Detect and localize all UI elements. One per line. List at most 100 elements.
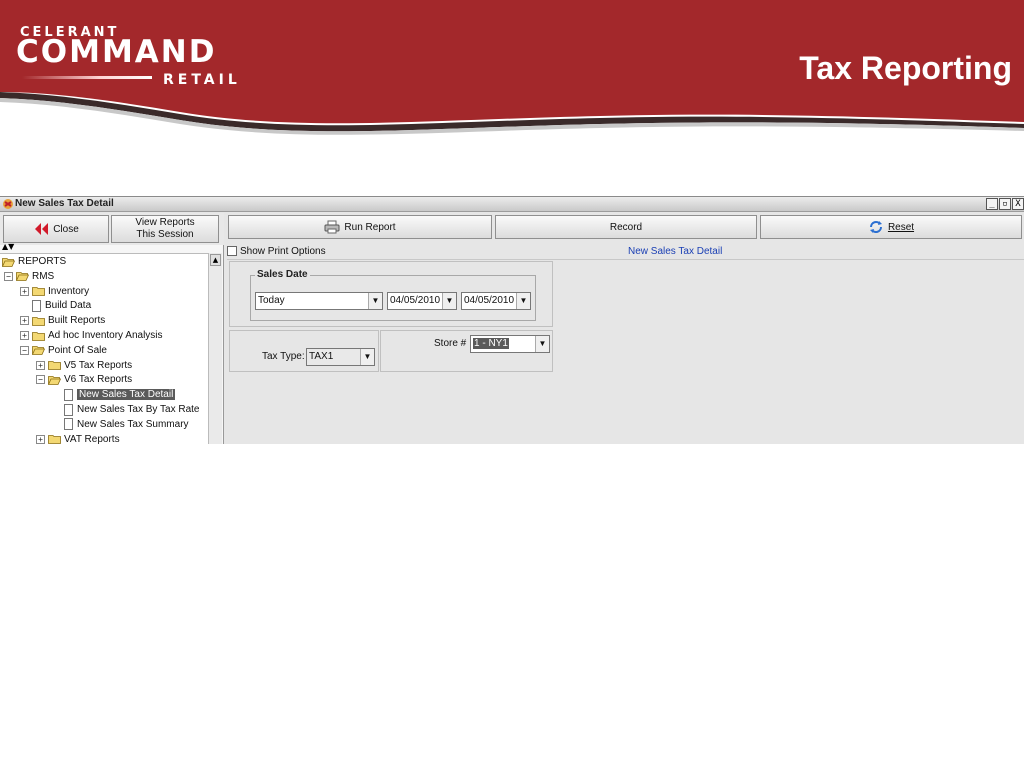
window-titlebar: New Sales Tax Detail _ ▫ X	[0, 197, 1024, 212]
logo-swoosh	[22, 76, 152, 79]
document-icon	[32, 299, 41, 312]
tree-item[interactable]: − Point Of Sale	[20, 343, 107, 358]
tree-item-label: V5 Tax Reports	[64, 359, 133, 371]
tax-type-section: Tax Type: TAX1 ▼	[229, 330, 379, 372]
reset-label: Reset	[887, 221, 915, 233]
tree-item[interactable]: + Ad hoc Inventory Analysis	[20, 328, 163, 343]
date-from-picker[interactable]: 04/05/2010 ▼	[387, 292, 457, 310]
printer-icon	[324, 220, 340, 234]
minimize-button[interactable]: _	[986, 198, 998, 210]
window-title: New Sales Tax Detail	[15, 198, 114, 209]
tree-item[interactable]: + Built Reports	[20, 313, 105, 328]
date-range-select[interactable]: Today ▼	[255, 292, 383, 310]
tree-item[interactable]: New Sales Tax By Tax Rate	[52, 402, 199, 417]
tree-item[interactable]: + V5 Tax Reports	[36, 358, 132, 373]
folder-icon	[32, 287, 45, 296]
tree-item[interactable]: − V6 Tax Reports	[36, 372, 132, 387]
date-to-picker[interactable]: 04/05/2010 ▼	[461, 292, 531, 310]
refresh-icon	[869, 221, 882, 233]
close-arrows-icon	[35, 223, 49, 235]
chevron-down-icon[interactable]: ▼	[360, 349, 374, 365]
restore-button[interactable]: ▫	[999, 198, 1011, 210]
checkbox-box[interactable]	[227, 246, 237, 256]
run-report-button[interactable]: Run Report	[228, 215, 492, 239]
logo-command-text: COMMAND	[16, 34, 217, 70]
collapse-icon[interactable]: −	[36, 375, 45, 385]
show-print-options-checkbox[interactable]: Show Print Options	[227, 244, 326, 258]
tree-item-label: New Sales Tax Detail	[77, 389, 176, 401]
record-button[interactable]: Record	[495, 215, 757, 239]
logo-retail-text: RETAIL	[163, 72, 241, 88]
tree-item-label: RMS	[32, 270, 55, 282]
sales-date-section: Sales Date Today ▼ 04/05/2010 ▼ 04/05/20…	[229, 261, 553, 327]
tree-item-label: Point Of Sale	[48, 344, 107, 356]
close-button[interactable]: Close	[3, 215, 109, 243]
collapse-icon[interactable]: −	[4, 271, 13, 281]
store-label: Store #	[434, 338, 467, 349]
sales-date-fieldset: Sales Date Today ▼ 04/05/2010 ▼ 04/05/20…	[250, 269, 536, 321]
folder-open-icon	[32, 346, 45, 356]
tree-item[interactable]: − RMS	[4, 269, 54, 284]
tree-item[interactable]: New Sales Tax Detail	[52, 387, 176, 402]
collapse-icon[interactable]: −	[20, 345, 29, 355]
date-from-value: 04/05/2010	[390, 295, 441, 306]
chevron-down-icon[interactable]: ▼	[368, 293, 382, 309]
report-parameters-panel: Run Report Record Reset Show Print Optio…	[227, 213, 1024, 444]
view-reports-session-button[interactable]: View Reports This Session	[111, 215, 219, 243]
folder-icon	[48, 361, 61, 370]
folder-open-icon	[2, 257, 15, 267]
tree-item-label: Ad hoc Inventory Analysis	[48, 330, 163, 341]
main-toolbar: Run Report Record Reset	[227, 213, 1024, 241]
slide-header-banner: CELERANT COMMAND RETAIL Tax Reporting	[0, 0, 1024, 140]
app-icon	[3, 199, 13, 209]
report-tree: REPORTS − RMS + Inventory Build Data + Built Re…	[0, 253, 208, 444]
record-label: Record	[609, 221, 643, 233]
folder-icon	[32, 331, 45, 341]
folder-open-icon	[48, 375, 61, 385]
window-close-button[interactable]: X	[1012, 198, 1024, 210]
report-tree-panel: Close View Reports This Session ▲▼ REPOR…	[0, 213, 224, 444]
document-icon	[64, 388, 73, 401]
tax-type-select[interactable]: TAX1 ▼	[306, 348, 375, 366]
chevron-down-icon[interactable]: ▼	[516, 293, 530, 309]
report-title-label: New Sales Tax Detail	[628, 246, 723, 257]
divider	[227, 259, 1024, 260]
view-reports-label-line1: View Reports	[135, 217, 195, 228]
expand-icon[interactable]: +	[36, 434, 45, 444]
chevron-down-icon[interactable]: ▼	[442, 293, 456, 309]
tree-item[interactable]: REPORTS	[2, 254, 66, 269]
tree-item-label: Built Reports	[48, 315, 106, 327]
folder-icon	[48, 435, 61, 444]
tree-item[interactable]: Build Data	[20, 298, 91, 313]
chevron-down-icon[interactable]: ▼	[535, 336, 549, 352]
expand-icon[interactable]: +	[20, 316, 29, 326]
expand-icon[interactable]: +	[36, 360, 45, 370]
run-report-label: Run Report	[344, 221, 396, 233]
store-value: 1 - NY1	[473, 338, 509, 349]
tree-item-label: REPORTS	[18, 256, 67, 267]
view-reports-label-line2: This Session	[136, 229, 194, 240]
tax-type-value: TAX1	[309, 351, 334, 362]
reset-button[interactable]: Reset	[760, 215, 1022, 239]
expand-icon[interactable]: +	[20, 331, 29, 340]
date-range-value: Today	[258, 295, 285, 306]
tree-item-label: Inventory	[48, 285, 90, 297]
document-icon	[64, 418, 73, 431]
report-window: New Sales Tax Detail _ ▫ X Close View Re…	[0, 196, 1024, 444]
store-select[interactable]: 1 - NY1 ▼	[470, 335, 550, 353]
tree-item[interactable]: New Sales Tax Summary	[52, 417, 189, 432]
folder-open-icon	[16, 272, 29, 282]
expand-icon[interactable]: +	[20, 286, 29, 296]
tree-item[interactable]: + VAT Reports	[36, 432, 120, 444]
tree-item-label: New Sales Tax Summary	[77, 418, 189, 430]
tree-item-label: V6 Tax Reports	[64, 374, 133, 386]
left-toolbar: Close View Reports This Session	[0, 213, 224, 245]
tree-item[interactable]: + Inventory	[20, 284, 89, 299]
folder-icon	[32, 316, 45, 326]
show-print-options-label: Show Print Options	[240, 245, 326, 257]
tree-item-label: Build Data	[45, 300, 92, 312]
tree-scrollbar[interactable]: ▲	[208, 253, 222, 444]
scroll-up-icon[interactable]: ▲	[210, 254, 221, 266]
document-icon	[64, 403, 73, 416]
sales-date-legend: Sales Date	[255, 269, 310, 280]
